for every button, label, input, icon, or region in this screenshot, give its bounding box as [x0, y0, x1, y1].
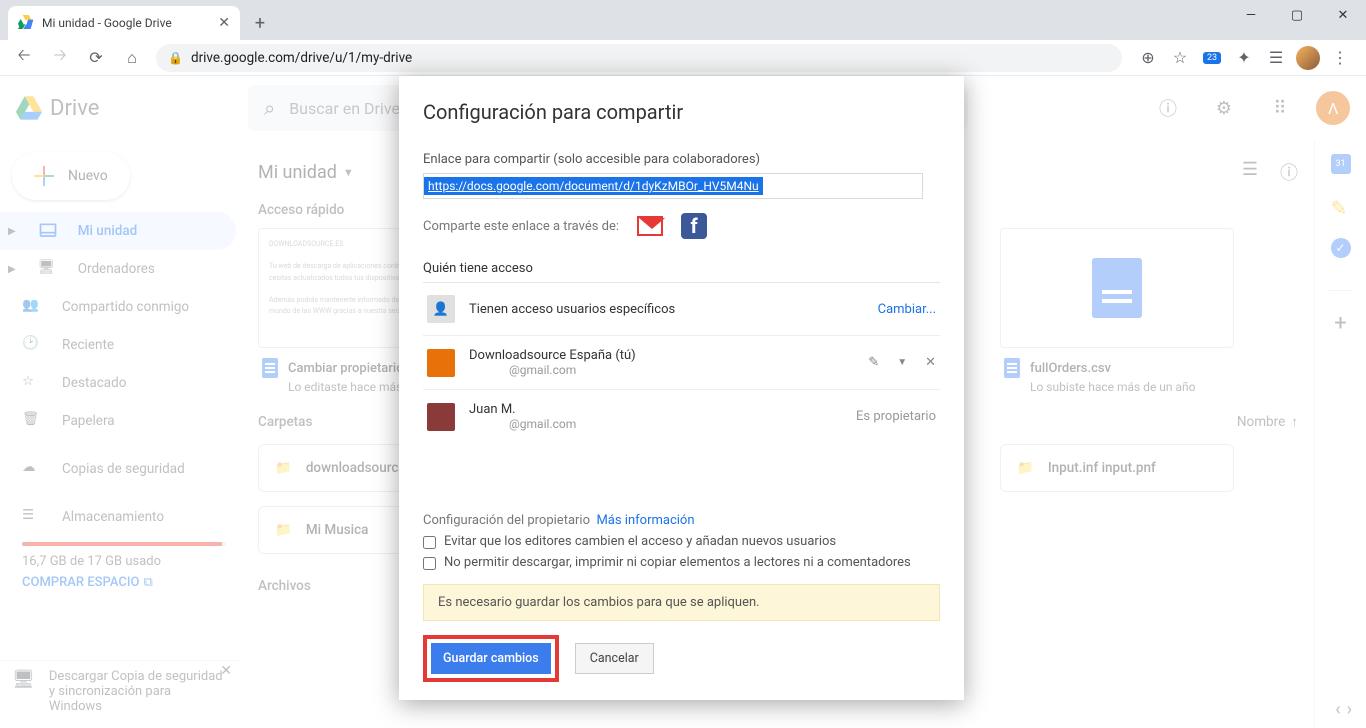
- drive-app: Drive ⌕ ⓘ ⚙ ⠿ V Nuevo ▶ Mi unidad ▶: [0, 76, 1366, 728]
- remove-user-icon[interactable]: ✕: [925, 355, 936, 370]
- extensions-puzzle-icon[interactable]: ✦: [1232, 46, 1256, 70]
- share-settings-modal: Configuración para compartir Enlace para…: [399, 76, 964, 700]
- more-info-link[interactable]: Más información: [596, 513, 694, 528]
- chrome-menu-icon[interactable]: ⋮: [1328, 46, 1352, 70]
- checkbox-input[interactable]: [423, 536, 436, 549]
- owner-role-label: Es propietario: [856, 409, 936, 424]
- user-email: @gmail.com: [509, 417, 842, 431]
- modal-title: Configuración para compartir: [423, 100, 940, 124]
- warning-banner: Es necesario guardar los cambios para qu…: [423, 584, 940, 621]
- drive-favicon: [18, 15, 34, 31]
- who-has-access-title: Quién tiene acceso: [423, 261, 940, 276]
- share-via-label: Comparte este enlace a través de:: [423, 219, 619, 234]
- address-bar[interactable]: 🔒 drive.google.com/drive/u/1/my-drive: [156, 44, 1122, 72]
- checkbox-prevent-download[interactable]: No permitir descargar, imprimir ni copia…: [423, 555, 940, 570]
- share-link-input[interactable]: https://docs.google.com/document/d/1dyKz…: [423, 173, 923, 199]
- lock-icon: 🔒: [168, 51, 183, 65]
- url-text: drive.google.com/drive/u/1/my-drive: [191, 50, 412, 66]
- change-access-link[interactable]: Cambiar...: [878, 302, 936, 317]
- user-avatar: [427, 349, 455, 377]
- add-to-circle-icon[interactable]: ⊕: [1136, 46, 1160, 70]
- home-button[interactable]: ⌂: [116, 42, 148, 74]
- access-text: Tienen acceso usuarios específicos: [469, 302, 675, 317]
- share-link-value: https://docs.google.com/document/d/1dyKz…: [424, 177, 763, 195]
- tab-close-icon[interactable]: ✕: [218, 15, 230, 31]
- browser-tab[interactable]: Mi unidad - Google Drive ✕: [8, 6, 240, 40]
- window-maximize[interactable]: ▢: [1274, 0, 1320, 30]
- access-row-user: Downloadsource España (tú) @gmail.com ✎ …: [423, 336, 940, 390]
- user-name: Downloadsource España (tú): [469, 348, 854, 363]
- checkbox-label: No permitir descargar, imprimir ni copia…: [444, 555, 911, 570]
- profile-avatar[interactable]: [1296, 46, 1320, 70]
- window-minimize[interactable]: ―: [1228, 0, 1274, 30]
- user-name: Juan M.: [469, 402, 842, 417]
- link-label: Enlace para compartir (solo accesible pa…: [423, 152, 940, 167]
- new-tab-button[interactable]: +: [246, 9, 274, 37]
- save-button-highlight: Guardar cambios: [423, 635, 559, 682]
- back-button[interactable]: 🡠: [8, 42, 40, 74]
- forward-button[interactable]: 🡢: [44, 42, 76, 74]
- browser-tabstrip: Mi unidad - Google Drive ✕ + ― ▢ ✕: [0, 0, 1366, 40]
- window-close[interactable]: ✕: [1320, 0, 1366, 30]
- access-row-user: Juan M. @gmail.com Es propietario: [423, 390, 940, 443]
- window-controls: ― ▢ ✕: [1228, 0, 1366, 30]
- bookmark-star-icon[interactable]: ☆: [1168, 46, 1192, 70]
- browser-toolbar: 🡠 🡢 ⟳ ⌂ 🔒 drive.google.com/drive/u/1/my-…: [0, 40, 1366, 76]
- cancel-button[interactable]: Cancelar: [575, 643, 654, 674]
- user-email: @gmail.com: [509, 363, 854, 377]
- save-button[interactable]: Guardar cambios: [431, 643, 551, 674]
- checkbox-input[interactable]: [423, 557, 436, 570]
- gmail-icon[interactable]: [637, 216, 663, 236]
- chevron-down-icon[interactable]: ▼: [897, 357, 907, 368]
- reload-button[interactable]: ⟳: [80, 42, 112, 74]
- pencil-icon[interactable]: ✎: [868, 355, 879, 370]
- checkbox-prevent-editors[interactable]: Evitar que los editores cambien el acces…: [423, 534, 940, 549]
- owner-config-label: Configuración del propietario: [423, 513, 590, 528]
- user-avatar: [427, 403, 455, 431]
- person-icon: 👤: [427, 295, 455, 323]
- access-row-general: 👤 Tienen acceso usuarios específicos Cam…: [423, 283, 940, 336]
- checkbox-label: Evitar que los editores cambien el acces…: [444, 534, 836, 549]
- tab-title: Mi unidad - Google Drive: [42, 16, 172, 30]
- reading-list-icon[interactable]: ☰: [1264, 46, 1288, 70]
- facebook-icon[interactable]: f: [681, 213, 707, 239]
- extension-badge[interactable]: 23: [1200, 46, 1224, 70]
